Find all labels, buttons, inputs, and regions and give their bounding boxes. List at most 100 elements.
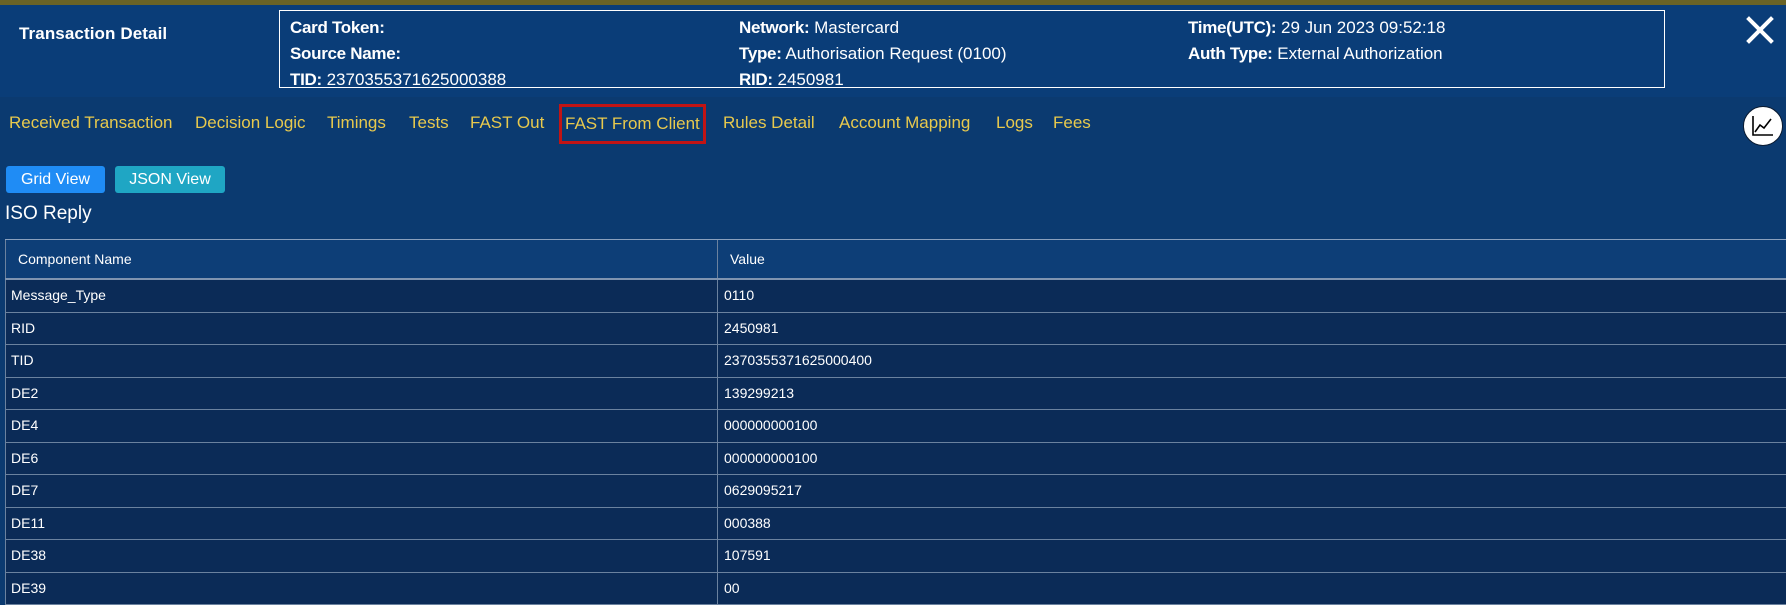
tab-fees[interactable]: Fees [1053,98,1091,148]
component-name-cell: DE4 [11,417,39,433]
table-row: TID 2370355371625000400 [5,345,1786,378]
tab-logs[interactable]: Logs [996,98,1033,148]
table-left-border [5,572,6,604]
value-cell: 0629095217 [724,482,802,498]
table-row: Message_Type 0110 [5,280,1786,313]
source-name-line: Source Name: [290,41,506,67]
grid-view-button[interactable]: Grid View [6,166,105,193]
time-label: Time(UTC): [1188,18,1277,37]
table-header: Component Name Value [5,240,1786,280]
auth-type-value: External Authorization [1277,44,1443,63]
rid-label: RID: [739,70,773,89]
table-row: DE39 00 [5,572,1786,605]
table-left-border [5,377,6,409]
network-value: Mastercard [814,18,900,37]
tab-account-mapping[interactable]: Account Mapping [839,98,970,148]
tab-bar: Received Transaction Decision Logic Timi… [0,98,1786,148]
column-separator [717,345,718,377]
table-row: DE38 107591 [5,540,1786,573]
component-name-cell: RID [11,319,36,336]
tab-decision-logic[interactable]: Decision Logic [195,98,306,148]
type-label: Type: [739,44,782,63]
value-cell: 00 [724,579,740,596]
column-separator [717,507,718,539]
column-separator [717,312,718,344]
component-name-cell: DE2 [11,384,39,401]
tid-line: TID: 2370355371625000388 [290,67,506,93]
component-name-cell: DE38 [11,547,47,563]
time-value: 29 Jun 2023 09:52:18 [1281,18,1446,37]
table-row: DE6 000000000100 [5,442,1786,475]
tab-received-transaction[interactable]: Received Transaction [9,98,172,148]
column-separator [717,572,718,604]
tab-tests[interactable]: Tests [409,98,449,148]
line-chart-icon [1752,116,1773,136]
network-label: Network: [739,18,810,37]
table-row: RID 2450981 [5,312,1786,345]
chart-button[interactable] [1743,106,1783,146]
tab-fast-from-client[interactable]: FAST From Client [559,104,706,144]
component-name-cell: DE6 [11,449,39,466]
iso-reply-table: Component Name Value Message_Type 0110 R… [5,239,1786,605]
table-left-border [5,280,6,312]
auth-type-label: Auth Type: [1188,44,1273,63]
time-line: Time(UTC): 29 Jun 2023 09:52:18 [1188,15,1446,41]
value-cell: 2450981 [724,319,779,336]
table-row: DE2 139299213 [5,377,1786,410]
json-view-button[interactable]: JSON View [115,166,225,193]
rid-value: 2450981 [777,70,844,89]
header: Transaction Detail Card Token: Source Na… [0,5,1786,97]
column-separator [717,410,718,442]
table-left-border [5,475,6,507]
transaction-info-box: Card Token: Source Name: TID: 2370355371… [279,10,1665,89]
value-cell: 2370355371625000400 [724,352,872,368]
info-column-1: Card Token: Source Name: TID: 2370355371… [290,15,506,93]
network-line: Network: Mastercard [739,15,1007,41]
table-left-border [5,312,6,344]
section-title: ISO Reply [5,203,92,224]
column-separator [717,377,718,409]
tab-rules-detail[interactable]: Rules Detail [723,98,815,148]
component-name-cell: DE7 [11,482,39,498]
page-title: Transaction Detail [19,24,168,43]
table-left-border [5,410,6,442]
tab-fast-out[interactable]: FAST Out [470,98,544,148]
value-cell: 139299213 [724,384,795,401]
value-cell: 107591 [724,547,771,563]
component-name-cell: Message_Type [11,287,106,303]
column-separator [717,280,718,312]
table-left-border [5,240,6,278]
column-separator [717,240,718,278]
table-row: DE4 000000000100 [5,410,1786,443]
column-separator [717,475,718,507]
table-row: DE7 0629095217 [5,475,1786,508]
header-component-name: Component Name [18,251,132,267]
table-left-border [5,345,6,377]
column-separator [717,540,718,572]
table-left-border [5,540,6,572]
card-token-line: Card Token: [290,15,506,41]
component-name-cell: DE11 [11,514,45,531]
type-line: Type: Authorisation Request (0100) [739,41,1007,67]
component-name-cell: DE39 [11,579,47,596]
value-cell: 000388 [724,514,771,531]
table-row: DE11 000388 [5,507,1786,540]
auth-type-line: Auth Type: External Authorization [1188,41,1446,67]
info-column-3: Time(UTC): 29 Jun 2023 09:52:18 Auth Typ… [1188,15,1446,67]
table-left-border [5,442,6,474]
value-cell: 0110 [724,287,755,303]
close-button[interactable] [1740,11,1780,51]
value-cell: 000000000100 [724,449,818,466]
info-column-2: Network: Mastercard Type: Authorisation … [739,15,1007,93]
close-icon [1746,16,1774,44]
component-name-cell: TID [11,352,34,368]
tid-label: TID: [290,70,322,89]
table-left-border [5,507,6,539]
header-value: Value [730,251,765,267]
type-value: Authorisation Request (0100) [785,44,1007,63]
rid-line: RID: 2450981 [739,67,1007,93]
source-name-label: Source Name: [290,44,401,63]
column-separator [717,442,718,474]
card-token-label: Card Token: [290,18,385,37]
tab-timings[interactable]: Timings [327,98,386,148]
